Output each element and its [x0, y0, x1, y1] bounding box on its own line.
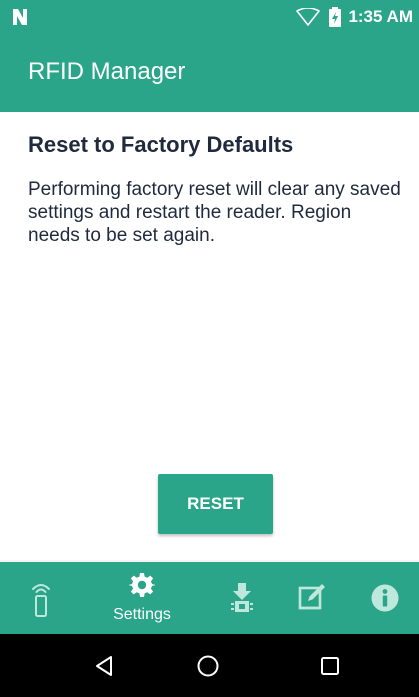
back-icon — [96, 656, 112, 676]
status-bar: 1:35 AM — [0, 0, 419, 34]
recents-button[interactable] — [306, 642, 354, 690]
info-icon — [371, 584, 399, 612]
nav-bar — [0, 634, 419, 697]
status-right: 1:35 AM — [296, 0, 413, 34]
edit-icon — [298, 584, 325, 610]
page-heading: Reset to Factory Defaults — [28, 132, 294, 157]
content-area: Reset to Factory Defaults Performing fac… — [0, 112, 419, 560]
tab-firmware-update[interactable] — [200, 562, 284, 634]
gear-icon — [129, 573, 155, 597]
tab-edit[interactable] — [284, 562, 368, 634]
tab-settings[interactable]: Settings — [100, 562, 184, 634]
status-time: 1:35 AM — [348, 7, 413, 26]
bottom-tab-bar: Settings — [0, 562, 419, 634]
screen: 1:35 AM RFID Manager Reset to Factory De… — [0, 0, 419, 697]
home-icon — [197, 655, 219, 677]
n-logo-icon — [13, 9, 27, 25]
reset-button[interactable]: RESET — [158, 474, 273, 534]
wifi-empty-icon — [296, 8, 321, 26]
back-button[interactable] — [81, 642, 129, 690]
tab-label-settings: Settings — [113, 606, 171, 623]
app-bar: RFID Manager — [0, 34, 419, 112]
tab-info[interactable] — [368, 562, 419, 634]
firmware-update-icon — [231, 583, 253, 612]
home-button[interactable] — [184, 642, 232, 690]
app-title: RFID Manager — [28, 58, 186, 85]
recents-icon — [321, 657, 339, 675]
rfid-reader-icon — [32, 584, 50, 617]
battery-charging-icon — [329, 7, 342, 27]
tab-rfid-reader[interactable] — [0, 562, 84, 634]
page-description: Performing factory reset will clear any … — [28, 179, 401, 246]
